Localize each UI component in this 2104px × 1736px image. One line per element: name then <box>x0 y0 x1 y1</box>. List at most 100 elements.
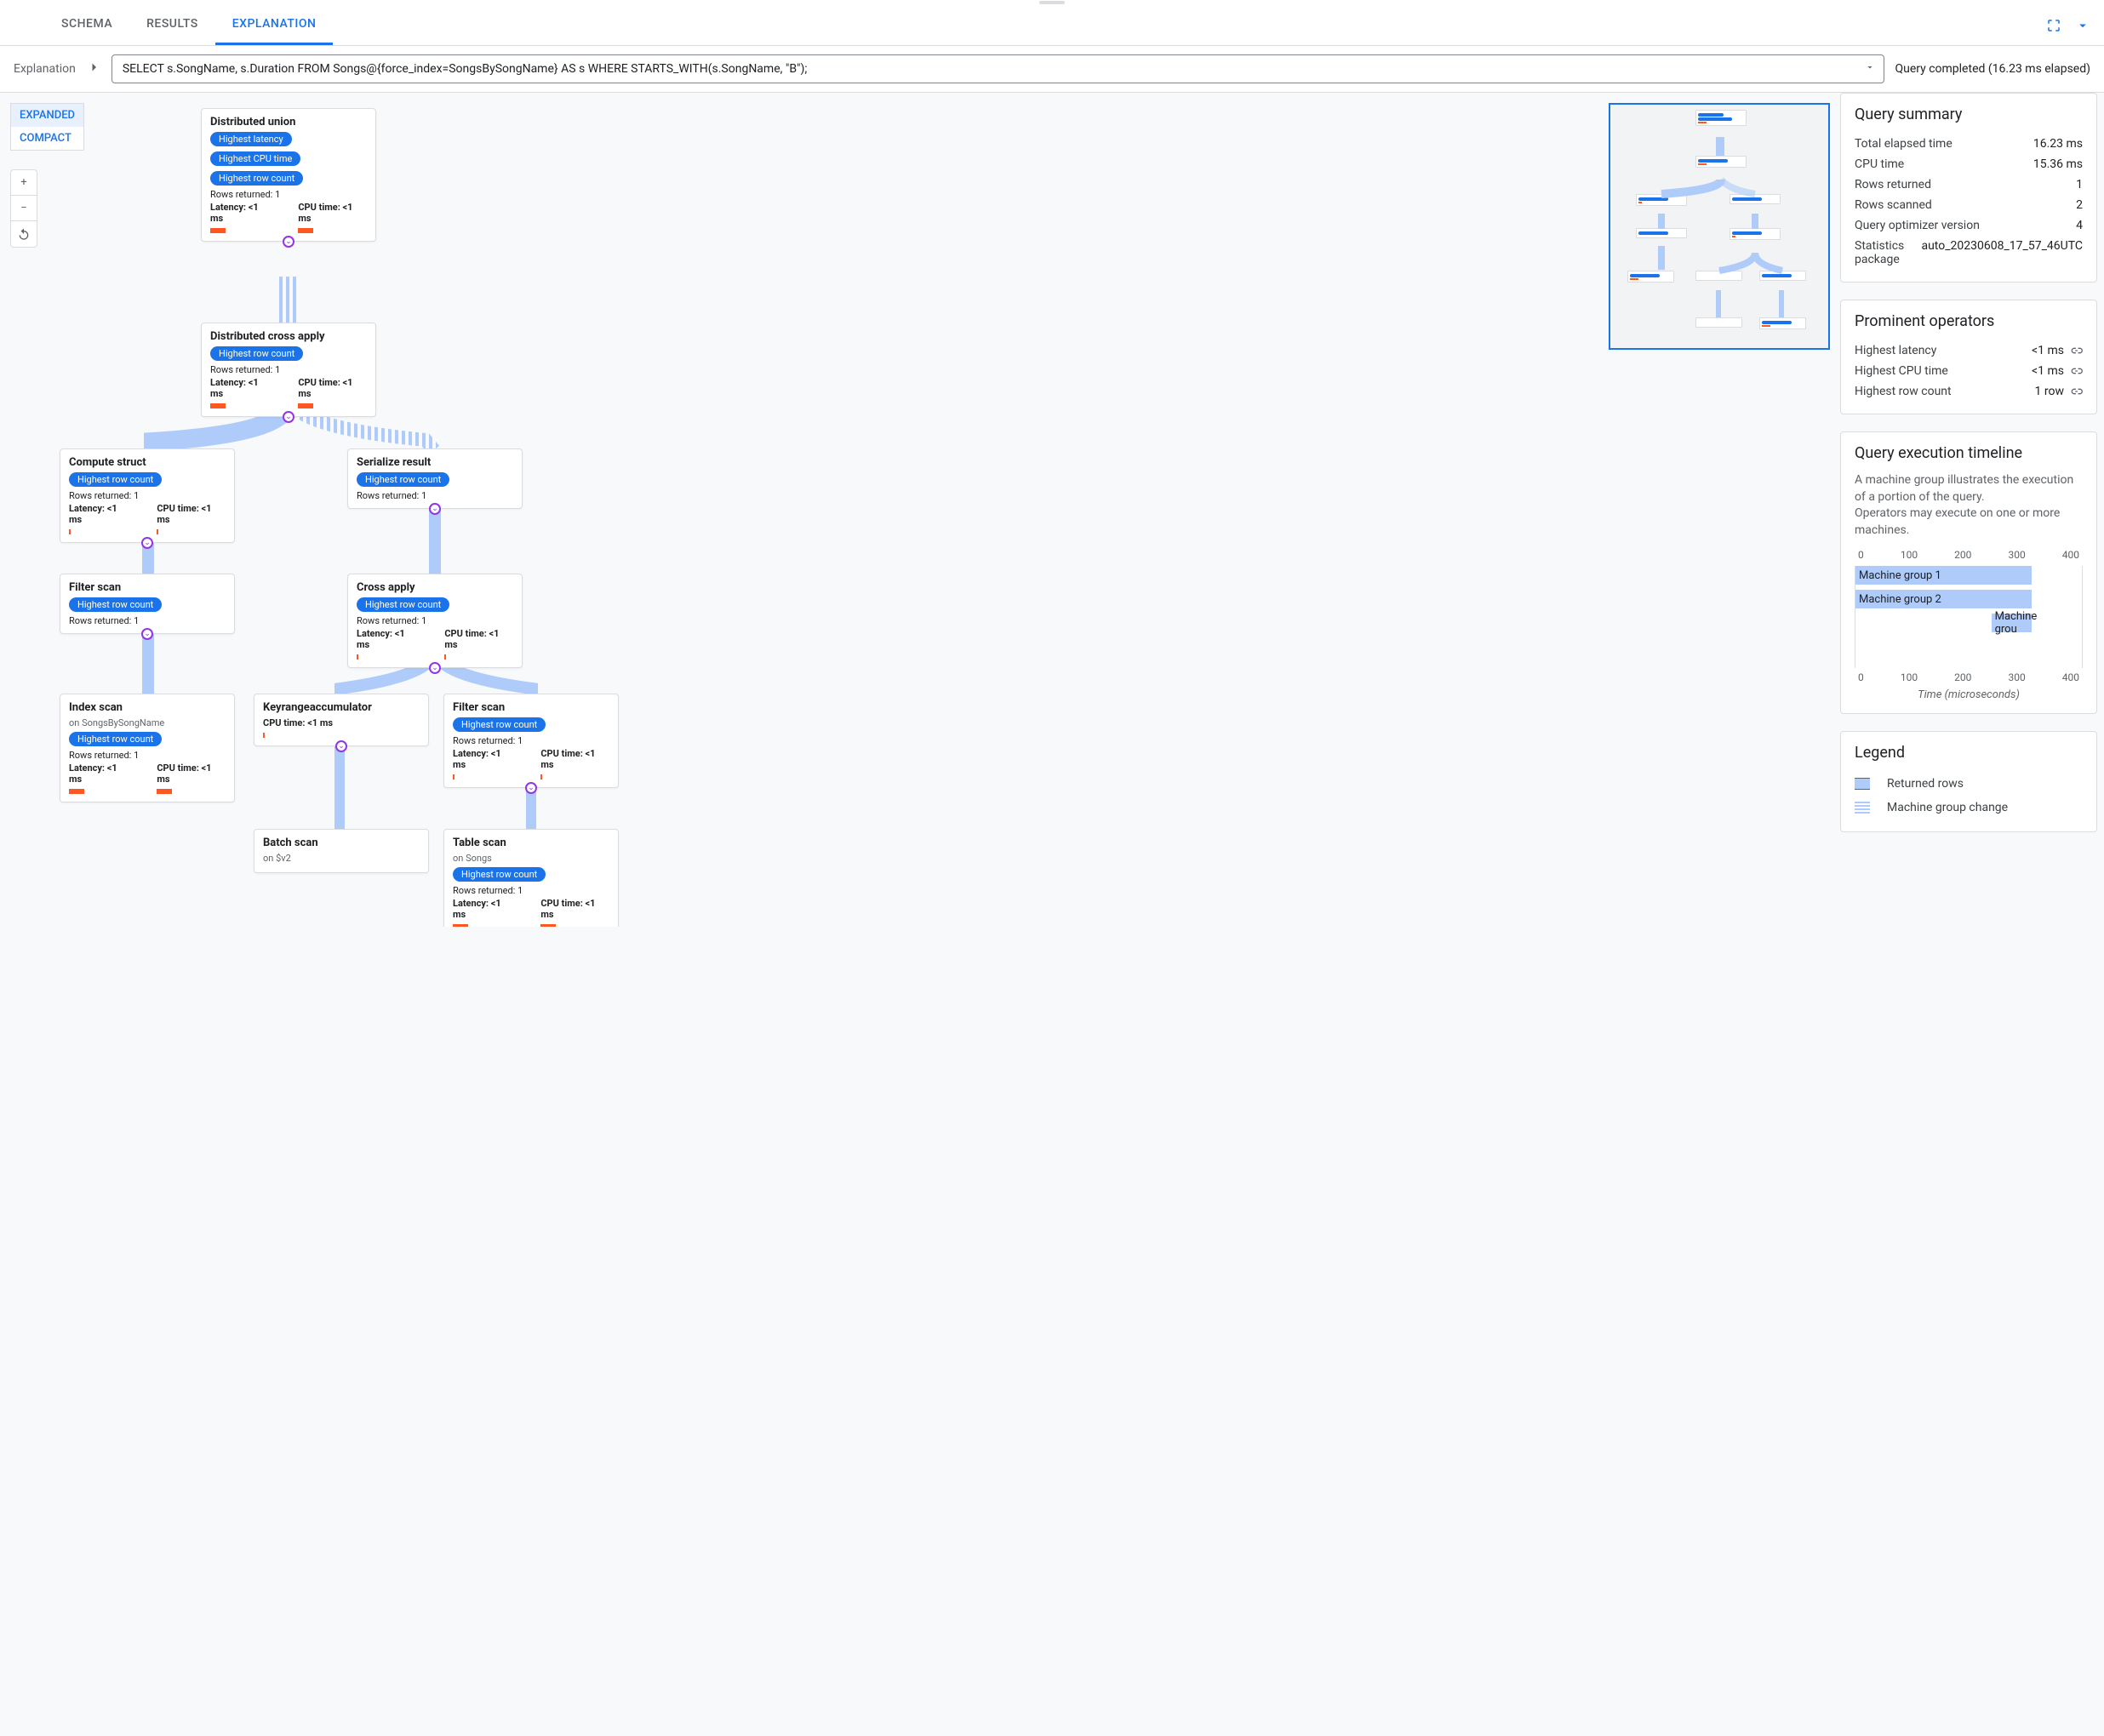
legend-label: Machine group change <box>1887 801 2008 814</box>
node-title: Filter scan <box>69 581 226 594</box>
prom-val[interactable]: 1 row <box>2035 385 2083 398</box>
explanation-bar: Explanation SELECT s.SongName, s.Duratio… <box>0 46 2104 93</box>
summary-key: Statistics package <box>1855 239 1921 266</box>
rows-returned: Rows returned: 1 <box>210 189 367 200</box>
node-title: Batch scan <box>263 837 420 849</box>
node-keyrangeaccumulator[interactable]: Keyrangeaccumulator CPU time: <1 ms ⌄ <box>254 694 429 746</box>
node-distributed-union[interactable]: Distributed union Highest latency Highes… <box>201 108 376 242</box>
query-status: Query completed (16.23 ms elapsed) <box>1895 62 2090 76</box>
pill-highest-rows: Highest row count <box>210 346 303 361</box>
latency-stat: Latency: <1 ms <box>210 202 272 224</box>
expand-connector-icon[interactable]: ⌄ <box>141 628 153 640</box>
node-index-scan[interactable]: Index scan on SongsBySongName Highest ro… <box>60 694 235 802</box>
summary-val: 2 <box>2076 198 2083 212</box>
expand-connector-icon[interactable]: ⌄ <box>335 740 347 752</box>
query-select[interactable]: SELECT s.SongName, s.Duration FROM Songs… <box>111 54 1885 83</box>
pill-highest-latency: Highest latency <box>210 132 292 146</box>
timeline-bar[interactable]: Machine grou <box>1992 614 2033 632</box>
dropdown-caret-icon <box>1865 62 1875 76</box>
tabs-bar: SCHEMA RESULTS EXPLANATION <box>0 5 2104 46</box>
node-title: Serialize result <box>357 456 513 469</box>
expand-connector-icon[interactable]: ⌄ <box>429 662 441 674</box>
legend-panel: Legend Returned rows Machine group chang… <box>1840 731 2097 832</box>
rows-returned: Rows returned: 1 <box>69 750 226 761</box>
toggle-compact[interactable]: COMPACT <box>11 127 83 150</box>
node-distributed-cross-apply[interactable]: Distributed cross apply Highest row coun… <box>201 323 376 417</box>
summary-key: Query optimizer version <box>1855 219 1980 232</box>
latency-stat: Latency: <1 ms <box>69 762 131 785</box>
pill-highest-cpu: Highest CPU time <box>210 151 300 166</box>
node-filter-scan-2[interactable]: Filter scan Highest row count Rows retur… <box>443 694 619 788</box>
legend-swatch-change <box>1855 802 1870 814</box>
prom-key: Highest latency <box>1855 344 1936 357</box>
node-table-scan[interactable]: Table scan on Songs Highest row count Ro… <box>443 829 619 927</box>
latency-stat: Latency: <1 ms <box>357 628 419 650</box>
summary-val: 15.36 ms <box>2033 157 2083 171</box>
rows-returned: Rows returned: 1 <box>453 735 609 746</box>
timeline-bar[interactable]: Machine group 1 <box>1855 566 2032 585</box>
pill-highest-rows: Highest row count <box>357 597 449 612</box>
node-compute-struct[interactable]: Compute struct Highest row count Rows re… <box>60 448 235 543</box>
prom-val[interactable]: <1 ms <box>2032 364 2083 378</box>
node-title: Index scan <box>69 701 226 714</box>
node-subtitle: on $v2 <box>263 853 420 864</box>
legend-label: Returned rows <box>1887 777 1964 791</box>
pill-highest-rows: Highest row count <box>453 717 546 732</box>
legend-swatch-returned <box>1855 778 1870 790</box>
expand-connector-icon[interactable]: ⌄ <box>283 411 294 423</box>
cpu-stat: CPU time: <1 ms <box>263 717 420 728</box>
tab-results[interactable]: RESULTS <box>129 5 215 45</box>
summary-key: CPU time <box>1855 157 1904 171</box>
pill-highest-rows: Highest row count <box>453 867 546 882</box>
expand-connector-icon[interactable]: ⌄ <box>429 503 441 515</box>
query-summary-panel: Query summary Total elapsed time 16.23 ms… <box>1840 93 2097 283</box>
summary-key: Total elapsed time <box>1855 137 1952 151</box>
fullscreen-icon[interactable] <box>2046 18 2061 33</box>
panel-title: Query summary <box>1855 106 2083 123</box>
prom-val[interactable]: <1 ms <box>2032 344 2083 357</box>
node-batch-scan[interactable]: Batch scan on $v2 <box>254 829 429 873</box>
node-serialize-result[interactable]: Serialize result Highest row count Rows … <box>347 448 523 509</box>
query-text: SELECT s.SongName, s.Duration FROM Songs… <box>123 62 808 76</box>
timeline-desc: A machine group illustrates the executio… <box>1855 472 2083 539</box>
node-cross-apply[interactable]: Cross apply Highest row count Rows retur… <box>347 574 523 668</box>
plan-canvas[interactable]: EXPANDED COMPACT + − <box>0 93 1840 927</box>
summary-val: 16.23 ms <box>2033 137 2083 151</box>
node-filter-scan[interactable]: Filter scan Highest row count Rows retur… <box>60 574 235 634</box>
timeline-caption: Time (microseconds) <box>1855 688 2083 701</box>
rows-returned: Rows returned: 1 <box>453 885 609 896</box>
cpu-stat: CPU time: <1 ms <box>298 377 367 399</box>
expand-connector-icon[interactable]: ⌄ <box>525 782 537 794</box>
pill-highest-rows: Highest row count <box>69 732 162 746</box>
latency-stat: Latency: <1 ms <box>69 503 131 525</box>
node-title: Keyrangeaccumulator <box>263 701 420 714</box>
cpu-stat: CPU time: <1 ms <box>157 762 226 785</box>
zoom-in-button[interactable]: + <box>11 170 37 196</box>
timeline-axis-top: 0100200300400 <box>1855 549 2083 561</box>
timeline-axis-bottom: 0100200300400 <box>1855 671 2083 683</box>
node-subtitle: on Songs <box>453 853 609 864</box>
zoom-reset-button[interactable] <box>11 221 37 247</box>
toggle-expanded[interactable]: EXPANDED <box>11 104 83 127</box>
node-title: Cross apply <box>357 581 513 594</box>
panel-title: Legend <box>1855 744 2083 762</box>
zoom-out-button[interactable]: − <box>11 196 37 221</box>
summary-val: 4 <box>2076 219 2083 232</box>
summary-key: Rows returned <box>1855 178 1931 191</box>
prom-key: Highest CPU time <box>1855 364 1948 378</box>
timeline-bar[interactable]: Machine group 2 <box>1855 590 2032 608</box>
minimap[interactable] <box>1609 103 1830 350</box>
tab-explanation[interactable]: EXPLANATION <box>215 5 334 45</box>
pill-highest-rows: Highest row count <box>357 472 449 487</box>
expand-connector-icon[interactable]: ⌄ <box>141 537 153 549</box>
summary-key: Rows scanned <box>1855 198 1932 212</box>
summary-val: 1 <box>2076 178 2083 191</box>
collapse-chevron-icon[interactable] <box>2075 18 2090 33</box>
rows-returned: Rows returned: 1 <box>357 615 513 626</box>
zoom-controls: + − <box>10 169 37 248</box>
rows-returned: Rows returned: 1 <box>69 615 226 626</box>
expand-connector-icon[interactable]: ⌄ <box>283 236 294 248</box>
tab-schema[interactable]: SCHEMA <box>44 5 129 45</box>
latency-stat: Latency: <1 ms <box>210 377 272 399</box>
node-subtitle: on SongsBySongName <box>69 717 226 728</box>
